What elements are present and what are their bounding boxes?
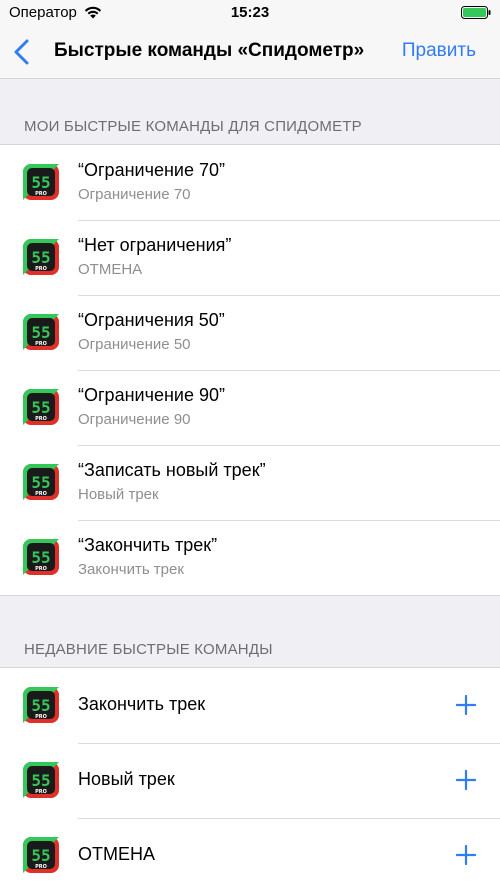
svg-text:55: 55 bbox=[31, 846, 50, 865]
speedometer-app-icon: 55 PRO bbox=[23, 539, 59, 575]
shortcut-action: Закончить трек bbox=[78, 561, 184, 578]
svg-text:55: 55 bbox=[31, 548, 50, 567]
shortcut-row[interactable]: 55 PRO “Закончить трек” Закончить трек bbox=[0, 520, 500, 595]
battery-icon bbox=[461, 6, 491, 19]
edit-button[interactable]: Править bbox=[402, 40, 476, 62]
recent-shortcut-title: Закончить трек bbox=[78, 694, 206, 714]
svg-text:PRO: PRO bbox=[35, 341, 47, 347]
shortcut-row[interactable]: 55 PRO “Записать новый трек” Новый трек bbox=[0, 445, 500, 520]
svg-text:PRO: PRO bbox=[35, 491, 47, 497]
svg-text:PRO: PRO bbox=[35, 566, 47, 572]
recent-shortcut-title: Новый трек bbox=[78, 769, 175, 789]
speedometer-app-icon: 55 PRO bbox=[23, 389, 59, 425]
shortcut-row[interactable]: 55 PRO “Ограничение 90” Ограничение 90 bbox=[0, 370, 500, 445]
shortcut-phrase: “Ограничения 50” bbox=[78, 310, 225, 330]
shortcut-row[interactable]: 55 PRO “Нет ограничения” ОТМЕНА bbox=[0, 220, 500, 295]
shortcut-phrase: “Закончить трек” bbox=[78, 535, 218, 555]
shortcut-phrase: “Ограничение 90” bbox=[78, 385, 225, 405]
recent-shortcuts-list: 55 PRO Закончить трек 55 PRO Новый трек … bbox=[0, 667, 500, 893]
svg-text:55: 55 bbox=[31, 248, 50, 267]
svg-text:55: 55 bbox=[31, 173, 50, 192]
shortcut-action: Ограничение 70 bbox=[78, 186, 191, 203]
shortcut-action: Новый трек bbox=[78, 486, 159, 503]
svg-text:55: 55 bbox=[31, 323, 50, 342]
speedometer-app-icon: 55 PRO bbox=[23, 762, 59, 798]
shortcut-action: Ограничение 50 bbox=[78, 336, 191, 353]
add-plus-icon[interactable] bbox=[456, 845, 476, 865]
svg-text:PRO: PRO bbox=[35, 864, 47, 870]
shortcut-row[interactable]: 55 PRO “Ограничение 70” Ограничение 70 bbox=[0, 145, 500, 220]
svg-text:PRO: PRO bbox=[35, 416, 47, 422]
svg-text:PRO: PRO bbox=[35, 714, 47, 720]
section-header-recent-shortcuts: НЕДАВНИЕ БЫСТРЫЕ КОМАНДЫ bbox=[24, 641, 273, 658]
recent-shortcut-row[interactable]: 55 PRO ОТМЕНА bbox=[0, 818, 500, 893]
svg-text:PRO: PRO bbox=[35, 191, 47, 197]
svg-text:PRO: PRO bbox=[35, 789, 47, 795]
add-plus-icon[interactable] bbox=[456, 695, 476, 715]
status-bar: Оператор 15:23 bbox=[0, 0, 500, 26]
back-chevron-icon[interactable] bbox=[12, 39, 32, 65]
svg-text:55: 55 bbox=[31, 473, 50, 492]
recent-shortcut-title: ОТМЕНА bbox=[78, 844, 156, 864]
recent-shortcut-row[interactable]: 55 PRO Закончить трек bbox=[0, 668, 500, 743]
speedometer-app-icon: 55 PRO bbox=[23, 837, 59, 873]
my-shortcuts-list: 55 PRO “Ограничение 70” Ограничение 70 5… bbox=[0, 144, 500, 596]
svg-text:55: 55 bbox=[31, 771, 50, 790]
speedometer-app-icon: 55 PRO bbox=[23, 164, 59, 200]
speedometer-app-icon: 55 PRO bbox=[23, 239, 59, 275]
shortcut-phrase: “Ограничение 70” bbox=[78, 160, 225, 180]
shortcut-row[interactable]: 55 PRO “Ограничения 50” Ограничение 50 bbox=[0, 295, 500, 370]
shortcut-phrase: “Записать новый трек” bbox=[78, 460, 266, 480]
shortcut-action: Ограничение 90 bbox=[78, 411, 191, 428]
svg-text:55: 55 bbox=[31, 696, 50, 715]
svg-text:PRO: PRO bbox=[35, 266, 47, 272]
speedometer-app-icon: 55 PRO bbox=[23, 314, 59, 350]
clock: 15:23 bbox=[230, 4, 270, 21]
shortcut-phrase: “Нет ограничения” bbox=[78, 235, 232, 255]
recent-shortcut-row[interactable]: 55 PRO Новый трек bbox=[0, 743, 500, 818]
add-plus-icon[interactable] bbox=[456, 770, 476, 790]
page-title: Быстрые команды «Спидометр» bbox=[54, 40, 365, 61]
svg-text:55: 55 bbox=[31, 398, 50, 417]
shortcut-action: ОТМЕНА bbox=[78, 261, 143, 278]
navigation-bar: Быстрые команды «Спидометр» Править bbox=[0, 26, 500, 79]
section-header-my-shortcuts: МОИ БЫСТРЫЕ КОМАНДЫ ДЛЯ СПИДОМЕТР bbox=[24, 118, 362, 135]
speedometer-app-icon: 55 PRO bbox=[23, 464, 59, 500]
speedometer-app-icon: 55 PRO bbox=[23, 687, 59, 723]
